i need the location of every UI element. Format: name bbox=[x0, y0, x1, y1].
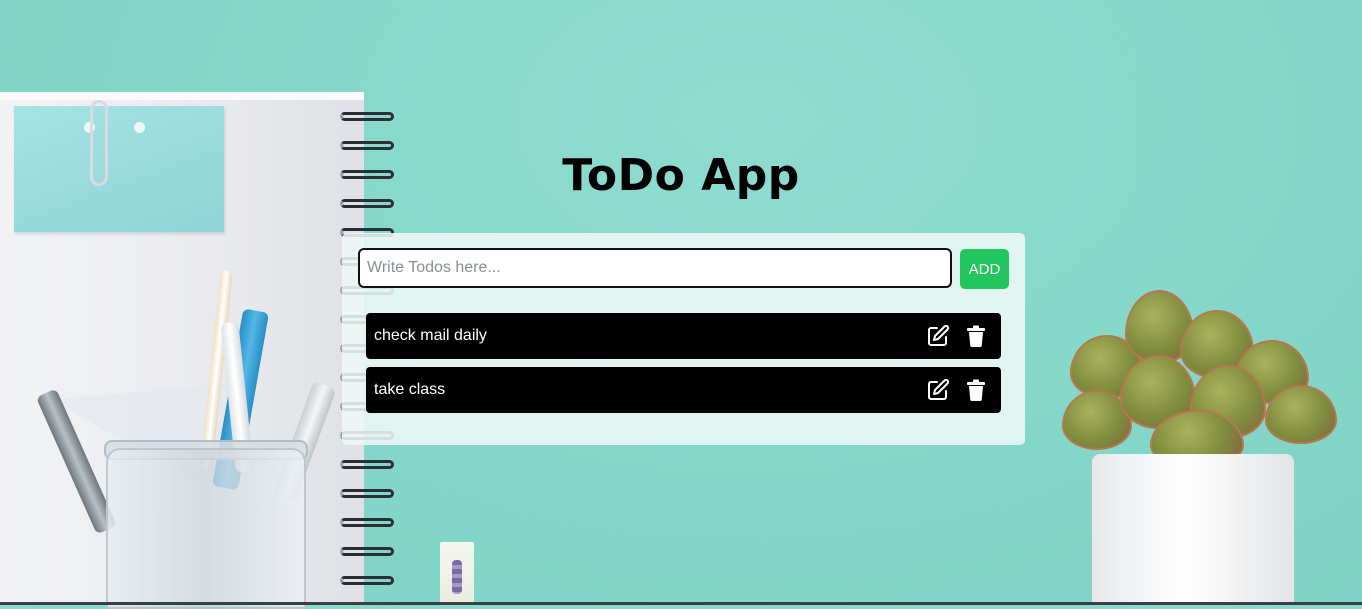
page-title: ToDo App bbox=[562, 150, 800, 201]
todo-list: check mail daily take class bbox=[366, 313, 1001, 421]
spiral-ring bbox=[340, 460, 394, 469]
todo-item: check mail daily bbox=[366, 313, 1001, 359]
add-button[interactable]: ADD bbox=[960, 249, 1009, 289]
todo-input[interactable] bbox=[358, 248, 952, 288]
todo-item: take class bbox=[366, 367, 1001, 413]
notebook-edge bbox=[0, 92, 364, 100]
trash-icon[interactable] bbox=[963, 323, 989, 349]
edit-icon[interactable] bbox=[925, 377, 951, 403]
spiral-ring bbox=[340, 518, 394, 527]
edit-icon[interactable] bbox=[925, 323, 951, 349]
spiral-ring bbox=[340, 547, 394, 556]
plant-pot-image bbox=[1092, 454, 1294, 605]
spiral-ring bbox=[340, 576, 394, 585]
todo-text: take class bbox=[374, 381, 446, 398]
todo-card: ADD check mail daily take class bbox=[342, 233, 1025, 445]
glass-jar-image bbox=[106, 448, 306, 609]
todo-text: check mail daily bbox=[374, 327, 487, 344]
spiral-ring bbox=[340, 112, 394, 121]
lavender-image bbox=[452, 560, 462, 594]
trash-icon[interactable] bbox=[963, 377, 989, 403]
sticky-hole bbox=[134, 122, 145, 133]
spiral-ring bbox=[340, 141, 394, 150]
spiral-ring bbox=[340, 489, 394, 498]
